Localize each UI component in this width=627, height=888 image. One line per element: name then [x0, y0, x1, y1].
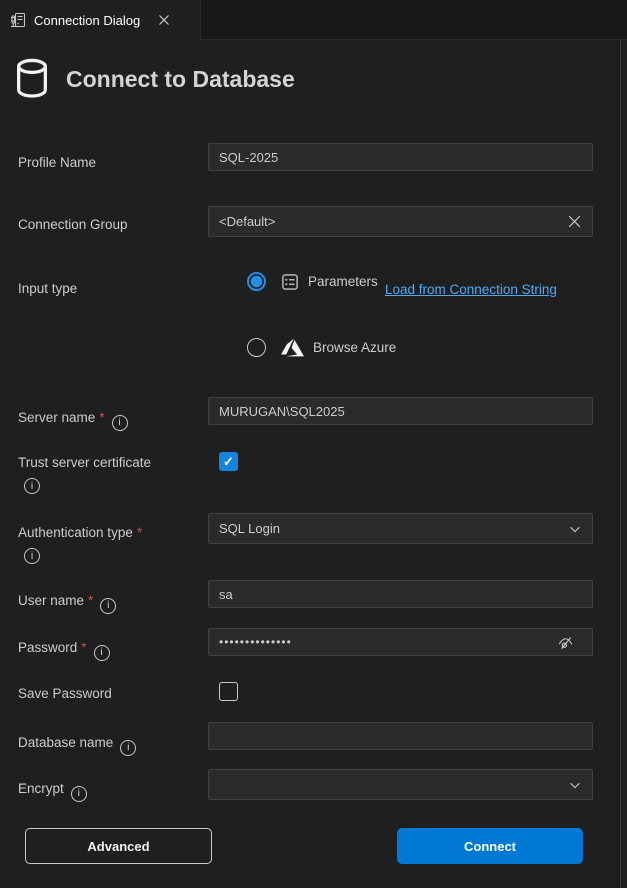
database-name-label: Database name [18, 733, 210, 756]
input-type-label: Input type [18, 279, 210, 298]
parameters-option-label: Parameters [308, 274, 378, 289]
tab-title: Connection Dialog [34, 13, 140, 28]
connection-group-value: <Default> [219, 214, 275, 229]
user-name-input[interactable] [208, 580, 593, 608]
toggle-password-visibility-icon[interactable] [553, 631, 577, 655]
azure-icon [281, 336, 304, 359]
chevron-down-icon [568, 522, 582, 536]
browse-azure-option-label: Browse Azure [313, 340, 396, 355]
radio-selected-icon[interactable] [247, 272, 266, 291]
user-name-label: User name* [18, 591, 210, 614]
info-icon[interactable] [100, 598, 116, 614]
parameters-icon [281, 273, 299, 291]
required-marker: * [137, 525, 142, 540]
connection-tab-icon [10, 12, 26, 28]
load-from-connection-string-link[interactable]: Load from Connection String [385, 279, 557, 301]
required-marker: * [88, 593, 93, 608]
save-password-checkbox[interactable] [219, 682, 238, 701]
authentication-type-label: Authentication type* [18, 523, 210, 564]
password-input[interactable] [208, 628, 593, 656]
required-marker: * [81, 640, 86, 655]
encrypt-label: Encrypt [18, 779, 210, 802]
info-icon[interactable] [24, 548, 40, 564]
page-title: Connect to Database [66, 66, 295, 93]
editor-tab-bar: Connection Dialog [0, 0, 627, 40]
input-type-option-parameters[interactable]: Parameters [247, 272, 378, 291]
info-icon[interactable] [120, 740, 136, 756]
database-icon [13, 57, 51, 101]
connection-dialog-screen: Connection Dialog Connect to Database Pr… [0, 0, 627, 888]
radio-unselected-icon[interactable] [247, 338, 266, 357]
info-icon[interactable] [94, 645, 110, 661]
tab-connection-dialog[interactable]: Connection Dialog [0, 0, 201, 40]
trust-server-certificate-label: Trust server certificate [18, 453, 210, 494]
info-icon[interactable] [24, 478, 40, 494]
trust-server-certificate-checkbox[interactable] [219, 452, 238, 471]
server-name-input[interactable] [208, 397, 593, 425]
panel-divider [620, 40, 621, 888]
save-password-label: Save Password [18, 684, 210, 703]
profile-name-input[interactable] [208, 143, 593, 171]
advanced-button[interactable]: Advanced [25, 828, 212, 864]
database-name-input[interactable] [208, 722, 593, 750]
server-name-label: Server name* [18, 408, 210, 431]
authentication-type-value: SQL Login [219, 521, 280, 536]
required-marker: * [99, 410, 104, 425]
info-icon[interactable] [71, 786, 87, 802]
password-label: Password* [18, 638, 210, 661]
encrypt-select[interactable] [208, 769, 593, 800]
clear-icon[interactable] [567, 214, 582, 229]
info-icon[interactable] [112, 415, 128, 431]
profile-name-label: Profile Name [18, 153, 210, 172]
chevron-down-icon [568, 778, 582, 792]
connect-button[interactable]: Connect [397, 828, 583, 864]
authentication-type-select[interactable]: SQL Login [208, 513, 593, 544]
connection-group-label: Connection Group [18, 215, 210, 234]
connection-group-select[interactable]: <Default> [208, 206, 593, 237]
input-type-option-browse-azure[interactable]: Browse Azure [247, 336, 396, 359]
tab-close-icon[interactable] [154, 10, 174, 30]
